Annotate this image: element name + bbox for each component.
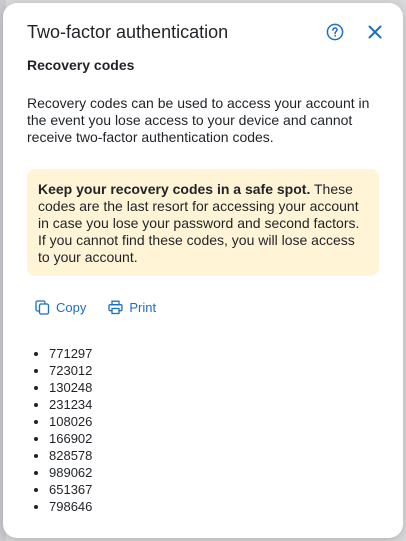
recovery-code: 798646 (49, 498, 92, 515)
recovery-code: 108026 (49, 413, 92, 430)
copy-icon (35, 300, 50, 315)
section-title: Recovery codes (27, 57, 135, 73)
dialog-header: Two-factor authentication (27, 18, 387, 46)
recovery-code: 166902 (49, 430, 92, 447)
code-actions: Copy Print (35, 300, 178, 315)
recovery-code: 651367 (49, 481, 92, 498)
two-factor-dialog: Two-factor authentication Recovery codes… (3, 3, 403, 538)
intro-text: Recovery codes can be used to access you… (27, 95, 370, 145)
warning-callout: Keep your recovery codes in a safe spot.… (27, 169, 379, 276)
help-button[interactable] (323, 20, 347, 44)
recovery-code: 231234 (49, 396, 92, 413)
recovery-code: 130248 (49, 379, 92, 396)
dialog-title: Two-factor authentication (27, 21, 229, 42)
recovery-code: 989062 (49, 464, 92, 481)
close-icon (368, 25, 382, 39)
recovery-code: 723012 (49, 362, 92, 379)
print-label: Print (129, 300, 157, 315)
copy-button[interactable]: Copy (35, 300, 86, 315)
warning-heading: Keep your recovery codes in a safe spot. (38, 181, 311, 197)
copy-label: Copy (56, 300, 87, 315)
recovery-code: 828578 (49, 447, 92, 464)
help-circle-icon (326, 23, 344, 41)
printer-icon (108, 300, 124, 315)
recovery-code: 771297 (49, 345, 92, 362)
recovery-codes-list: 771297 723012 130248 231234 108026 16690… (29, 345, 92, 515)
print-button[interactable]: Print (108, 300, 156, 315)
close-button[interactable] (363, 20, 387, 44)
